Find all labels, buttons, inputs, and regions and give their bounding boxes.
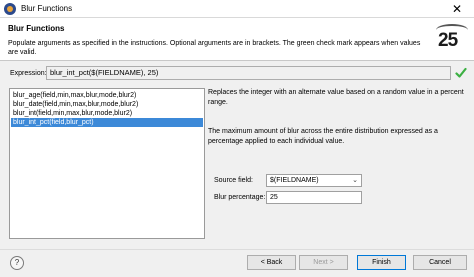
function-description: Replaces the integer with an alternate v…: [208, 89, 464, 106]
source-field-label: Source field:: [214, 177, 253, 184]
cancel-button[interactable]: Cancel: [413, 255, 467, 270]
dialog-description: Populate arguments as specified in the i…: [8, 40, 421, 56]
dialog-header: Blur Functions Populate arguments as spe…: [0, 18, 474, 61]
expression-field[interactable]: blur_int_pct($(FIELDNAME), 25): [46, 66, 451, 80]
footer-divider: [0, 249, 474, 250]
blur-percentage-input[interactable]: 25: [266, 191, 362, 204]
next-button[interactable]: Next >: [299, 255, 348, 270]
source-field-value: $(FIELDNAME): [270, 177, 319, 184]
title-bar: Blur Functions ✕: [0, 0, 474, 18]
close-button[interactable]: ✕: [440, 0, 474, 18]
logo-text: 25: [438, 30, 458, 51]
blur-help-text: The maximum amount of blur across the en…: [208, 128, 438, 145]
logo-icon: 25: [436, 24, 468, 56]
help-icon[interactable]: ?: [10, 256, 24, 270]
expression-label: Expression:: [10, 70, 47, 77]
source-field-select[interactable]: $(FIELDNAME) ⌄: [266, 174, 362, 187]
check-icon: [455, 67, 467, 78]
finish-button[interactable]: Finish: [357, 255, 406, 270]
back-button[interactable]: < Back: [247, 255, 296, 270]
list-item[interactable]: blur_date(field,min,max,blur,mode,blur2): [11, 100, 203, 109]
list-item-selected[interactable]: blur_int_pct(field,blur_pct): [11, 118, 203, 127]
app-icon: [4, 3, 16, 15]
window-title: Blur Functions: [21, 4, 73, 13]
list-item[interactable]: blur_int(field,min,max,blur,mode,blur2): [11, 109, 203, 118]
chevron-down-icon: ⌄: [352, 177, 358, 184]
list-item[interactable]: blur_age(field,min,max,blur,mode,blur2): [11, 91, 203, 100]
function-list[interactable]: blur_age(field,min,max,blur,mode,blur2) …: [9, 88, 205, 239]
blur-percentage-label: Blur percentage:: [214, 194, 266, 201]
dialog-title: Blur Functions: [8, 24, 65, 33]
